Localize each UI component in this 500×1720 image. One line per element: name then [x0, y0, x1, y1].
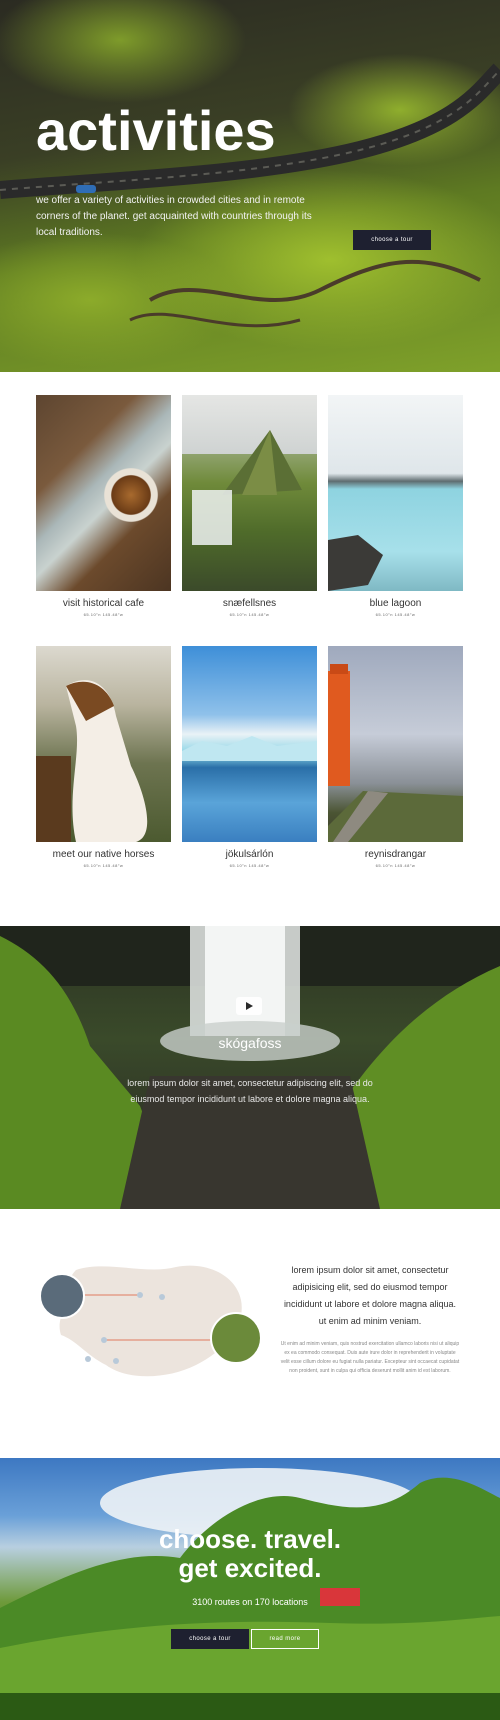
- activity-card-cafe[interactable]: visit historical cafe 65.10°n 145.48°w: [36, 395, 171, 617]
- snaefellsnes-image: [182, 395, 317, 591]
- blue-lagoon-image: [328, 395, 463, 591]
- choose-tour-button[interactable]: choose a tour: [353, 230, 431, 250]
- hero-background-image: [0, 63, 500, 328]
- activity-coords: 65.10°n 145.48°w: [375, 612, 416, 617]
- video-title: skógafoss: [218, 1035, 282, 1051]
- activity-card-reynisdrangar[interactable]: reynisdrangar 65.10°n 145.48°w: [328, 646, 463, 868]
- waterfall-background-image: [0, 926, 500, 1209]
- map-heading: lorem ipsum dolor sit amet, consectetur …: [283, 1265, 457, 1326]
- activity-name: visit historical cafe: [62, 598, 145, 609]
- cta-title-line2: get excited.: [178, 1553, 322, 1583]
- cta-subtitle: 3100 routes on 170 locations: [192, 1597, 308, 1607]
- activity-card-jokulsarlon[interactable]: jökulsárlón 65.10°n 145.48°w: [182, 646, 317, 868]
- activity-card-snaefellsnes[interactable]: snæfellsnes 65.10°n 145.48°w: [182, 395, 317, 617]
- cta-title: choose. travel. get excited.: [0, 1525, 500, 1583]
- hero-section: activities we offer a variety of activit…: [0, 0, 500, 372]
- video-section: [0, 926, 500, 1209]
- read-more-button[interactable]: read more: [251, 1629, 319, 1649]
- reynisdrangar-image: [328, 646, 463, 842]
- activity-name: reynisdrangar: [364, 849, 427, 860]
- video-description: lorem ipsum dolor sit amet, consectetur …: [127, 1078, 373, 1104]
- page-title: activities: [36, 99, 276, 162]
- activity-coords: 65.10°n 145.48°w: [83, 612, 124, 617]
- iceland-map: [39, 1265, 262, 1377]
- activity-coords: 65.10°n 145.48°w: [229, 863, 270, 868]
- activity-name: jökulsárlón: [225, 849, 274, 860]
- cta-title-line1: choose. travel.: [158, 1524, 342, 1554]
- activity-name: blue lagoon: [369, 598, 422, 609]
- map-body: Ut enim ad minim veniam, quis nostrud ex…: [280, 1341, 460, 1374]
- activity-card-blue-lagoon[interactable]: blue lagoon 65.10°n 145.48°w: [328, 395, 463, 617]
- hero-description: we offer a variety of activities in crow…: [36, 195, 312, 238]
- activity-coords: 65.10°n 145.48°w: [375, 863, 416, 868]
- cta-choose-tour-button[interactable]: choose a tour: [171, 1629, 249, 1649]
- activity-coords: 65.10°n 145.48°w: [83, 863, 124, 868]
- horses-image: [36, 646, 171, 842]
- landscape-background-image: [0, 1468, 500, 1720]
- jokulsarlon-image: [182, 646, 317, 842]
- play-icon: [246, 1002, 253, 1010]
- cafe-image: [36, 395, 171, 591]
- activity-card-horses[interactable]: meet our native horses 65.10°n 145.48°w: [36, 646, 171, 868]
- activity-coords: 65.10°n 145.48°w: [229, 612, 270, 617]
- play-button[interactable]: [236, 997, 262, 1015]
- activity-name: meet our native horses: [52, 849, 155, 860]
- activity-name: snæfellsnes: [222, 598, 277, 609]
- cta-section: [0, 1458, 500, 1720]
